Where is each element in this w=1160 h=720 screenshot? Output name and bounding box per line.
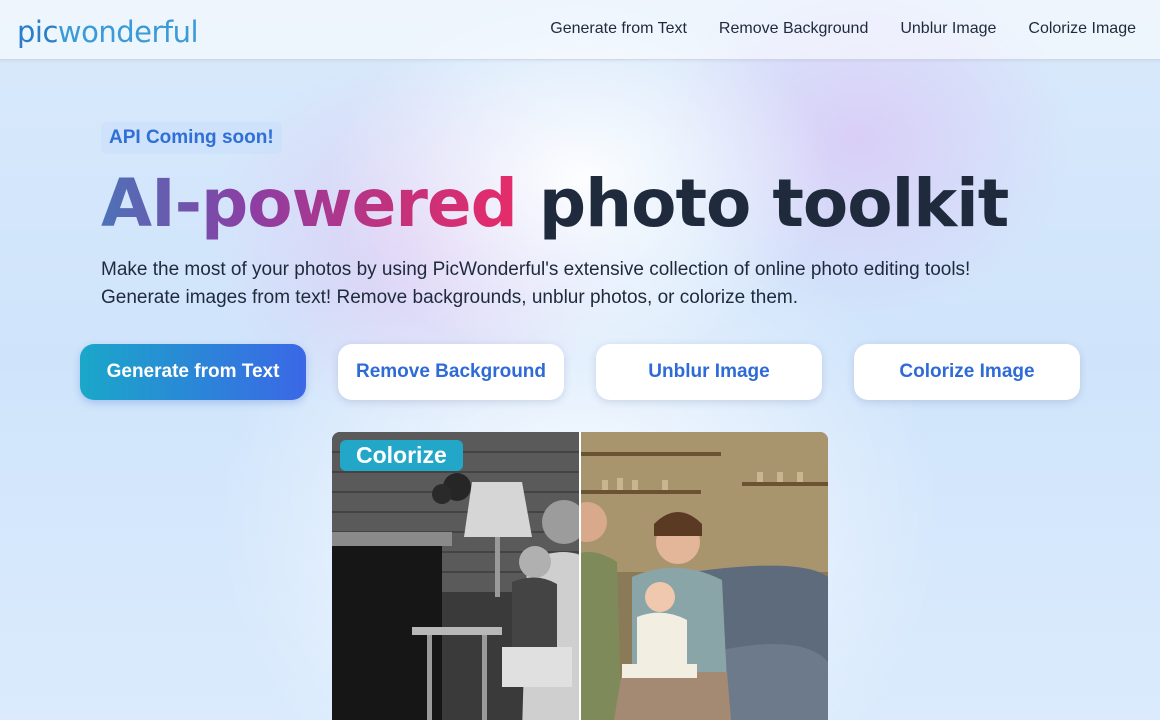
nav-colorize-image[interactable]: Colorize Image <box>1028 19 1136 39</box>
generate-from-text-button[interactable]: Generate from Text <box>80 344 306 400</box>
nav-generate-from-text[interactable]: Generate from Text <box>550 19 687 39</box>
top-header: picwonderful Generate from Text Remove B… <box>0 0 1160 60</box>
hero-subtitle-line1: Make the most of your photos by using Pi… <box>101 259 971 280</box>
hero-title-gradient: AI-powered <box>101 165 518 242</box>
colorize-tag: Colorize <box>340 440 463 471</box>
unblur-image-button[interactable]: Unblur Image <box>596 344 822 400</box>
hero-title-rest: photo toolkit <box>538 165 1009 242</box>
site-logo[interactable]: picwonderful <box>17 14 199 50</box>
bw-half <box>332 432 579 720</box>
colorize-image-button[interactable]: Colorize Image <box>854 344 1080 400</box>
nav-unblur-image[interactable]: Unblur Image <box>900 19 996 39</box>
color-half <box>581 432 828 720</box>
hero-subtitle: Make the most of your photos by using Pi… <box>101 256 1091 312</box>
before-after-divider[interactable] <box>579 432 581 720</box>
remove-background-button[interactable]: Remove Background <box>338 344 564 400</box>
hero-title: AI-powered photo toolkit <box>101 162 1009 246</box>
nav-remove-background[interactable]: Remove Background <box>719 19 868 39</box>
colorize-preview-image: Colorize <box>332 432 828 720</box>
before-after-photo <box>332 432 828 720</box>
hero-subtitle-line2: Generate images from text! Remove backgr… <box>101 287 799 308</box>
api-coming-soon-badge: API Coming soon! <box>101 122 282 154</box>
main-nav: Generate from Text Remove Background Unb… <box>550 19 1136 39</box>
